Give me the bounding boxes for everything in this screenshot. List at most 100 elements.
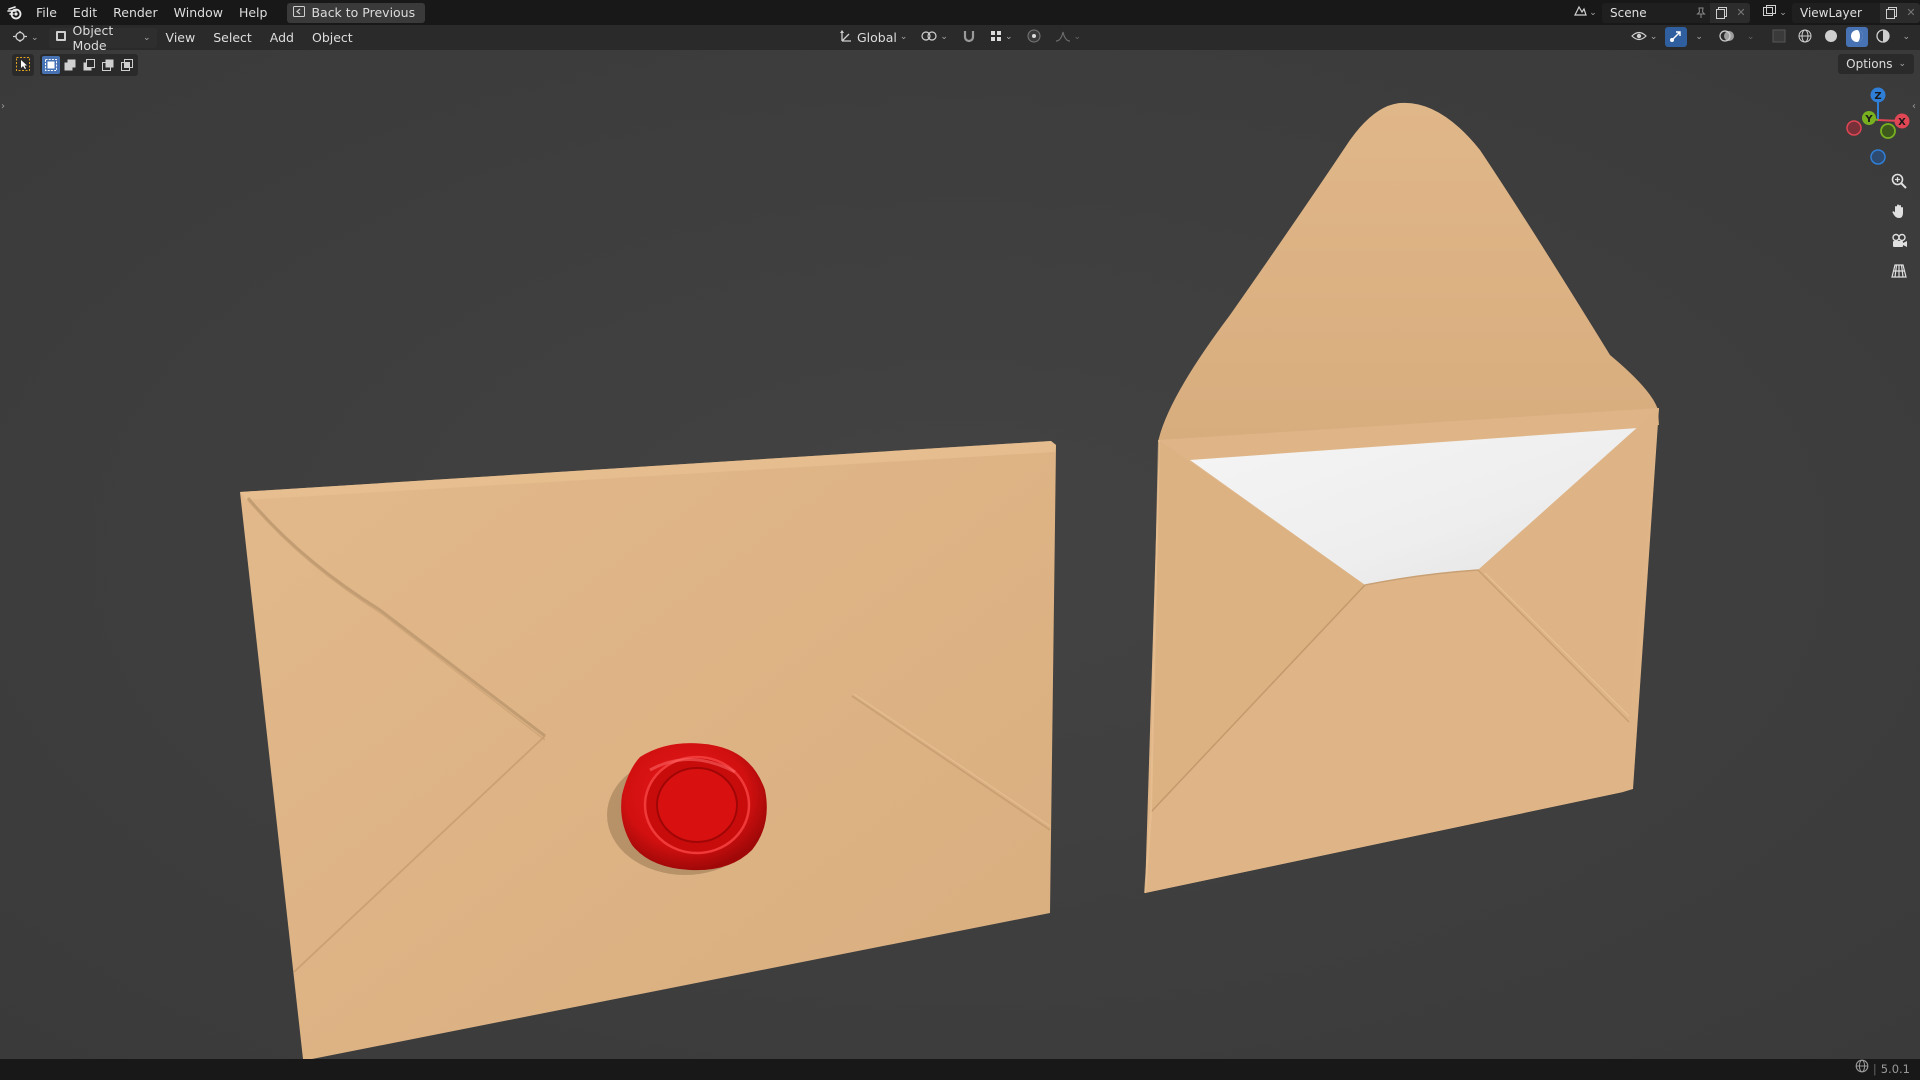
scene-selector: ⌄ Scene ✕ — [1568, 2, 1750, 23]
pivot-point-dropdown[interactable]: ⌄ — [917, 27, 952, 47]
viewlayer-browse-button[interactable]: ⌄ — [1758, 3, 1792, 23]
delete-viewlayer-icon[interactable]: ✕ — [1902, 2, 1920, 23]
camera-view-icon[interactable] — [1887, 229, 1911, 253]
zoom-icon[interactable] — [1887, 169, 1911, 193]
transform-controls: Global ⌄ ⌄ ⌄ ⌄ — [836, 27, 1085, 47]
menu-file[interactable]: File — [28, 0, 65, 25]
chevron-down-icon: ⌄ — [1589, 7, 1597, 18]
chevron-down-icon: ⌄ — [31, 32, 39, 43]
chevron-down-icon: ⌄ — [940, 32, 948, 42]
scene-icon — [1573, 5, 1588, 20]
status-info: | 5.0.1 — [1855, 1059, 1910, 1080]
pivot-icon — [921, 29, 938, 46]
show-gizmo-toggle[interactable] — [1665, 27, 1688, 47]
negative-z-axis-handle — [1870, 149, 1886, 165]
chevron-down-icon: ⌄ — [1902, 32, 1910, 42]
tool-settings-row — [12, 54, 138, 76]
delete-scene-icon[interactable]: ✕ — [1732, 2, 1750, 23]
perspective-grid-icon[interactable] — [1887, 259, 1911, 283]
top-menu-bar: File Edit Render Window Help Back to Pre… — [0, 0, 1920, 25]
orientation-icon — [840, 29, 854, 46]
x-axis-label: X — [1898, 117, 1906, 128]
negative-x-axis-handle — [1846, 120, 1862, 136]
material-sphere-icon — [1850, 29, 1864, 46]
scene-browse-button[interactable]: ⌄ — [1568, 3, 1602, 23]
chevron-down-icon: ⌄ — [1073, 32, 1082, 42]
toolbar-toggle-icon[interactable]: › — [1, 101, 9, 115]
magnet-icon — [962, 29, 976, 46]
chevron-down-icon: ⌄ — [1004, 32, 1013, 42]
menu-edit[interactable]: Edit — [65, 0, 105, 25]
falloff-dropdown[interactable]: ⌄ — [1051, 27, 1086, 47]
rendered-sphere-icon — [1876, 28, 1891, 46]
pin-icon[interactable] — [1692, 2, 1710, 23]
select-extend-mode-icon[interactable] — [61, 56, 79, 74]
scene-viewlayer-group: ⌄ Scene ✕ ⌄ ViewLayer ✕ — [1568, 0, 1920, 25]
3d-viewport[interactable] — [0, 50, 1920, 1059]
status-bar: | 5.0.1 — [0, 1059, 1920, 1080]
options-dropdown[interactable]: Options ⌄ — [1838, 54, 1914, 74]
negative-y-axis-handle — [1880, 123, 1896, 139]
editor-type-button[interactable]: ⌄ — [8, 28, 43, 48]
shading-solid-button[interactable] — [1820, 27, 1842, 47]
menu-object[interactable]: Object — [303, 25, 362, 50]
status-separator: | — [1872, 1062, 1877, 1076]
menu-select[interactable]: Select — [204, 25, 261, 50]
chevron-down-icon: ⌄ — [1746, 32, 1755, 42]
xray-toggle[interactable] — [1768, 27, 1790, 47]
viewlayer-selector: ⌄ ViewLayer ✕ — [1758, 2, 1920, 23]
snap-grid-icon — [990, 30, 1002, 45]
menu-window[interactable]: Window — [166, 0, 231, 25]
shading-material-button[interactable] — [1846, 27, 1869, 47]
select-tool-button[interactable] — [12, 54, 34, 76]
navigation-gizmo[interactable]: X Y Z — [1844, 82, 1914, 174]
options-label: Options — [1846, 57, 1893, 71]
gizmo-dropdown[interactable]: ⌄ — [1691, 27, 1707, 47]
shading-dropdown[interactable]: ⌄ — [1898, 27, 1914, 47]
show-overlays-toggle[interactable] — [1715, 27, 1739, 47]
object-mode-dropdown[interactable]: Object Mode ⌄ — [48, 23, 157, 53]
proportional-icon — [1027, 29, 1041, 46]
editor-type-icon — [12, 30, 28, 46]
gizmo-icon — [1669, 29, 1683, 46]
z-axis-label: Z — [1874, 91, 1881, 102]
overlays-icon — [1719, 29, 1735, 46]
select-intersect-mode-icon[interactable] — [118, 56, 136, 74]
scene-name-field[interactable]: Scene — [1602, 2, 1692, 23]
chevron-down-icon: ⌄ — [1695, 32, 1703, 42]
cursor-select-icon — [16, 56, 30, 74]
snap-target-dropdown[interactable]: ⌄ — [986, 27, 1017, 47]
transform-orientation-dropdown[interactable]: Global ⌄ — [836, 27, 911, 47]
network-globe-icon[interactable] — [1855, 1059, 1869, 1080]
new-viewlayer-button[interactable] — [1880, 2, 1902, 23]
viewport-display-controls: ⌄ ⌄ ⌄ ⌄ — [1627, 27, 1914, 47]
menu-render[interactable]: Render — [105, 0, 166, 25]
object-mode-icon — [55, 30, 67, 45]
back-to-previous-button[interactable]: Back to Previous — [287, 2, 426, 23]
back-to-previous-label: Back to Previous — [311, 5, 416, 20]
overlays-dropdown[interactable]: ⌄ — [1743, 27, 1759, 47]
xray-icon — [1772, 29, 1786, 46]
select-invert-mode-icon[interactable] — [99, 56, 117, 74]
selection-mode-group — [40, 54, 138, 76]
menu-view[interactable]: View — [157, 25, 205, 50]
viewlayer-name-field[interactable]: ViewLayer — [1792, 2, 1880, 23]
snap-toggle[interactable] — [958, 27, 980, 47]
version-label: 5.0.1 — [1880, 1062, 1910, 1076]
wireframe-sphere-icon — [1798, 29, 1812, 46]
select-subtract-mode-icon[interactable] — [80, 56, 98, 74]
orientation-label: Global — [857, 29, 897, 45]
menu-help[interactable]: Help — [231, 0, 276, 25]
visibility-dropdown[interactable]: ⌄ — [1627, 27, 1662, 47]
proportional-editing-toggle[interactable] — [1023, 27, 1045, 47]
chevron-down-icon: ⌄ — [1898, 59, 1906, 69]
shading-wireframe-button[interactable] — [1794, 27, 1816, 47]
shading-rendered-button[interactable] — [1872, 27, 1894, 47]
menu-add[interactable]: Add — [261, 25, 303, 50]
eye-selectable-icon — [1630, 29, 1647, 46]
blender-logo-icon[interactable] — [2, 0, 28, 25]
pan-hand-icon[interactable] — [1887, 199, 1911, 223]
select-new-mode-icon[interactable] — [42, 56, 60, 74]
y-axis-label: Y — [1864, 114, 1873, 125]
new-scene-button[interactable] — [1710, 2, 1732, 23]
